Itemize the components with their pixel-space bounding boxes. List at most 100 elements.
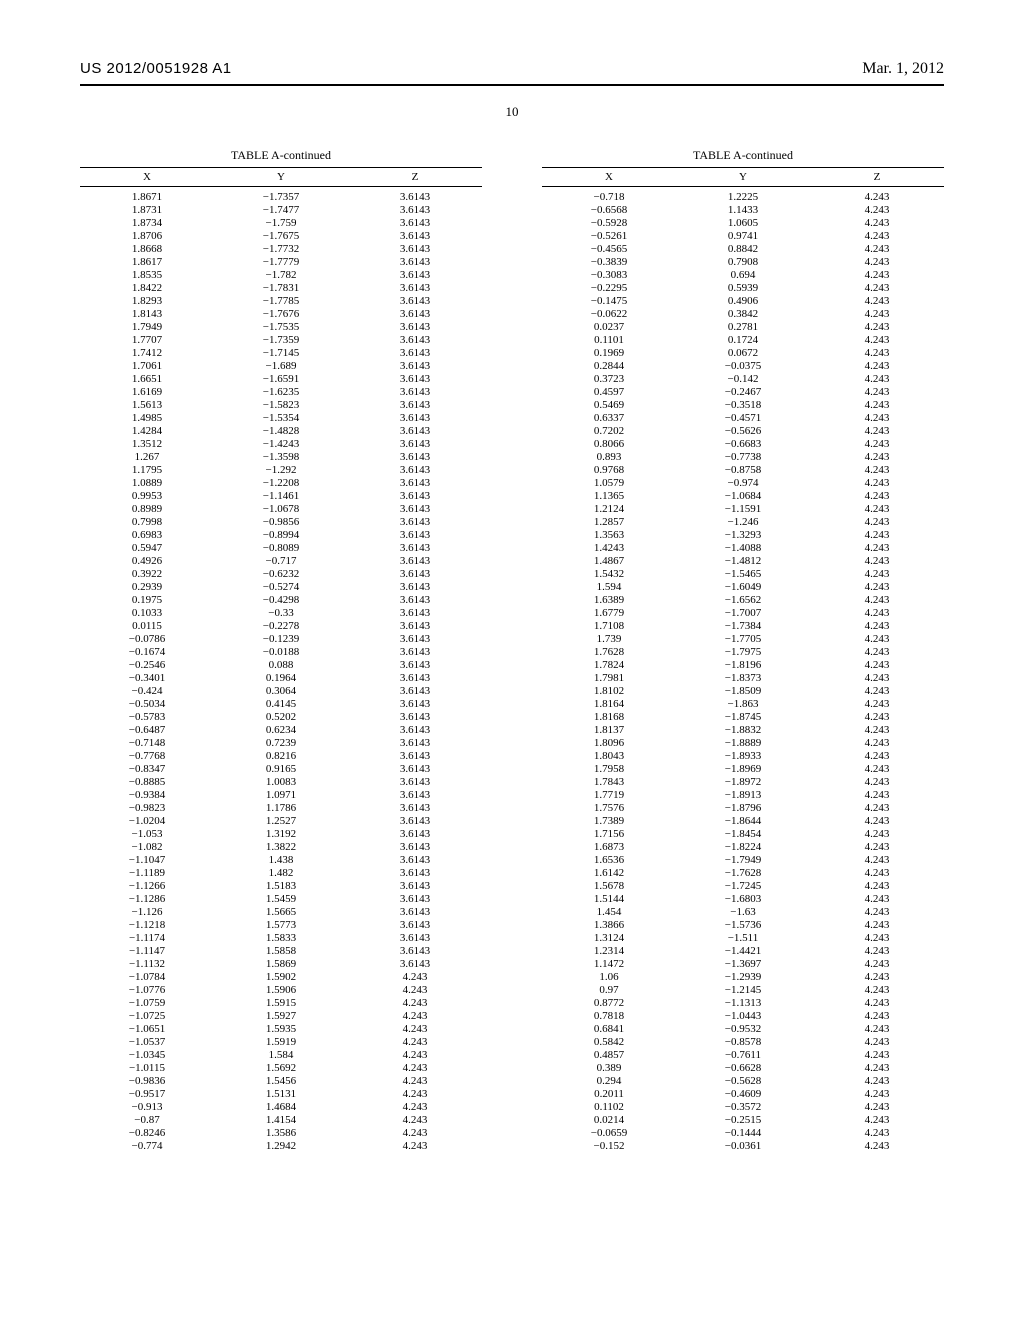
table-cell: 1.5183 [214,880,348,893]
table-cell: −1.8196 [676,659,810,672]
table-cell: −0.3839 [542,256,676,269]
table-cell: −0.5628 [676,1075,810,1088]
table-cell: −0.2515 [676,1114,810,1127]
table-cell: 1.7061 [80,360,214,373]
table-row: 0.2011−0.46094.243 [542,1088,944,1101]
table-cell: 3.6143 [348,633,482,646]
table-cell: 4.243 [810,854,944,867]
table-cell: −1.7384 [676,620,810,633]
table-cell: 3.6143 [348,464,482,477]
table-cell: 0.8989 [80,503,214,516]
table-cell: −0.718 [542,187,676,204]
table-cell: −1.126 [80,906,214,919]
table-cell: 3.6143 [348,763,482,776]
table-row: 1.7719−1.89134.243 [542,789,944,802]
table-cell: 4.243 [810,243,944,256]
table-cell: −0.8758 [676,464,810,477]
table-cell: 1.4985 [80,412,214,425]
header-rule [80,84,944,86]
table-cell: −1.8969 [676,763,810,776]
table-row: 1.3124−1.5114.243 [542,932,944,945]
table-cell: −1.053 [80,828,214,841]
table-cell: 0.2844 [542,360,676,373]
table-cell: 0.8066 [542,438,676,451]
table-cell: 0.4906 [676,295,810,308]
table-cell: 0.3723 [542,373,676,386]
table-row: 0.5469−0.35184.243 [542,399,944,412]
table-cell: −0.5928 [542,217,676,230]
table-cell: −1.6591 [214,373,348,386]
table-cell: 4.243 [810,1114,944,1127]
table-row: 1.5144−1.68034.243 [542,893,944,906]
table-cell: 3.6143 [348,477,482,490]
table-cell: 4.243 [810,646,944,659]
table-cell: 3.6143 [348,958,482,971]
table-cell: −1.1266 [80,880,214,893]
table-cell: 3.6143 [348,802,482,815]
table-cell: 3.6143 [348,295,482,308]
table-cell: −1.1189 [80,867,214,880]
table-cell: 1.1365 [542,490,676,503]
table-cell: 4.243 [810,412,944,425]
table-cell: 1.8535 [80,269,214,282]
table-cell: 4.243 [810,594,944,607]
table-cell: 3.6143 [348,399,482,412]
table-row: 0.5842−0.85784.243 [542,1036,944,1049]
table-row: 1.8706−1.76753.6143 [80,230,482,243]
table-cell: 3.6143 [348,932,482,945]
table-cell: 3.6143 [348,230,482,243]
table-cell: 0.088 [214,659,348,672]
table-cell: 1.8422 [80,282,214,295]
table-cell: 4.243 [810,347,944,360]
table-row: 1.8096−1.88894.243 [542,737,944,750]
table-cell: 1.267 [80,451,214,464]
table-row: 1.7576−1.87964.243 [542,802,944,815]
table-cell: 4.243 [810,724,944,737]
table-cell: 4.243 [810,776,944,789]
table-cell: 4.243 [810,204,944,217]
table-cell: −1.1147 [80,945,214,958]
table-row: 1.8143−1.76763.6143 [80,308,482,321]
table-row: 1.4243−1.40884.243 [542,542,944,555]
table-cell: −1.6049 [676,581,810,594]
table-cell: −0.8089 [214,542,348,555]
table-cell: 4.243 [810,945,944,958]
table-row: 1.8617−1.77793.6143 [80,256,482,269]
table-cell: 4.243 [810,425,944,438]
table-cell: −1.759 [214,217,348,230]
table-cell: 0.2939 [80,581,214,594]
table-row: −0.1674−0.01883.6143 [80,646,482,659]
table-row: −0.65681.14334.243 [542,204,944,217]
table-cell: −0.8246 [80,1127,214,1140]
table-row: 1.8293−1.77853.6143 [80,295,482,308]
table-cell: 3.6143 [348,412,482,425]
table-cell: 0.5202 [214,711,348,724]
table-cell: 4.243 [810,464,944,477]
col-header-x: X [80,168,214,187]
table-cell: 4.243 [810,555,944,568]
table-cell: 3.6143 [348,217,482,230]
table-row: −0.14750.49064.243 [542,295,944,308]
table-row: 1.7949−1.75353.6143 [80,321,482,334]
table-cell: 3.6143 [348,841,482,854]
table-cell: −1.8373 [676,672,810,685]
table-cell: 4.243 [810,308,944,321]
table-row: 1.7707−1.73593.6143 [80,334,482,347]
table-row: −0.83470.91653.6143 [80,763,482,776]
table-cell: −1.8796 [676,802,810,815]
table-cell: 4.243 [348,1140,482,1153]
table-cell: −0.4571 [676,412,810,425]
table-cell: −0.3518 [676,399,810,412]
table-cell: 1.8137 [542,724,676,737]
table-cell: 1.8668 [80,243,214,256]
table-cell: 4.243 [810,1010,944,1023]
table-row: −0.88851.00833.6143 [80,776,482,789]
table-cell: 1.1433 [676,204,810,217]
table-row: −0.22950.59394.243 [542,282,944,295]
table-cell: 4.243 [810,386,944,399]
table-cell: 4.243 [810,438,944,451]
table-cell: 1.4243 [542,542,676,555]
page: US 2012/0051928 A1 Mar. 1, 2012 10 TABLE… [0,0,1024,1193]
table-row: 0.294−0.56284.243 [542,1075,944,1088]
table-cell: 1.5459 [214,893,348,906]
